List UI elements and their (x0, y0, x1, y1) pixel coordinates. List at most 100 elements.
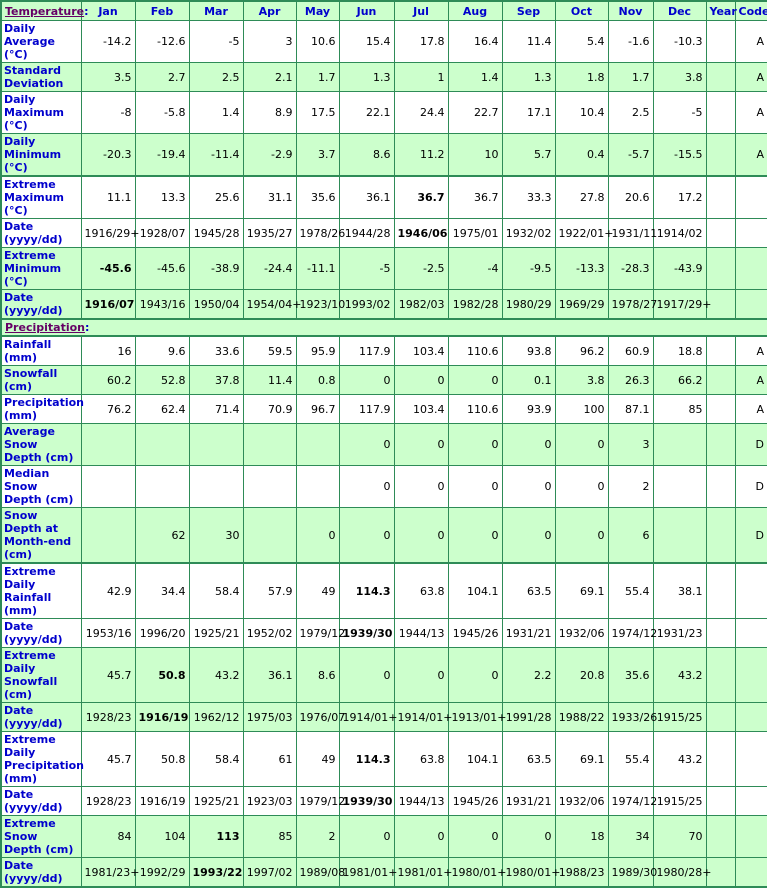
value-cell-jan: 3.5 (80, 62, 136, 92)
code-cell (734, 702, 767, 732)
value-cell-aug: 1980/01+ (447, 857, 506, 888)
value-cell-jul: 1982/03 (393, 289, 449, 320)
value-cell-sep: 0 (501, 465, 556, 508)
value-cell-apr: 1954/04+ (242, 289, 301, 320)
value-cell-may: 10.6 (295, 20, 340, 63)
value-cell-jan: -8 (80, 91, 136, 134)
value-cell-feb: -19.4 (134, 133, 190, 177)
value-cell-may: 17.5 (295, 91, 340, 134)
row-label: Rainfall (mm) (0, 335, 82, 366)
value-cell-jan: 1981/23+ (80, 857, 139, 888)
value-cell-sep: 63.5 (501, 562, 556, 619)
value-cell-nov: 34 (607, 815, 654, 858)
value-cell-jan: 84 (80, 815, 136, 858)
value-cell-jun: 1914/01+ (338, 702, 397, 732)
temperature-link[interactable]: Temperature (5, 5, 84, 18)
value-cell-mar: 43.2 (188, 647, 244, 703)
table-row: Date (yyyy/dd) 1916/29+ 1928/07 1945/28 1935… (0, 218, 767, 248)
value-cell-jun: 0 (338, 815, 395, 858)
row-label: Extreme Daily Precipitation (mm) (0, 731, 84, 787)
value-cell-jun: 1939/30 (338, 786, 395, 816)
row-label: Date (yyyy/dd) (0, 618, 82, 648)
value-cell-aug: 1945/26 (447, 786, 503, 816)
value-cell-aug: 104.1 (447, 562, 503, 619)
value-cell-oct: 3.8 (554, 365, 609, 395)
value-cell-mar: 1962/12 (188, 702, 244, 732)
value-cell-dec: 1917/29+ (652, 289, 711, 320)
code-cell (734, 175, 767, 219)
value-cell-jun: 1939/30 (338, 618, 395, 648)
value-cell-oct: 0 (554, 423, 609, 466)
climate-table: Temperature: Jan Feb Mar Apr May Jun Jul Aug Sep… (0, 0, 767, 888)
value-cell-oct: 10.4 (554, 91, 609, 134)
value-cell-dec: 1915/25 (652, 786, 707, 816)
value-cell-apr: 8.9 (242, 91, 297, 134)
value-cell-nov: 1989/30 (607, 857, 657, 888)
temperature-section-header: Temperature: (0, 0, 89, 21)
value-cell-aug: 22.7 (447, 91, 503, 134)
value-cell-mar: -11.4 (188, 133, 244, 177)
value-cell-nov: 87.1 (607, 394, 654, 424)
value-cell-oct: 1988/23 (554, 857, 609, 888)
value-cell-jun: 8.6 (338, 133, 395, 177)
value-cell-sep: 1991/28 (501, 702, 556, 732)
value-cell-jul: 1944/13 (393, 618, 449, 648)
table-row: Daily Minimum (°C) -20.3 -19.4 -11.4 -2.9 3.7… (0, 133, 767, 177)
value-cell-sep: 1980/01+ (501, 857, 560, 888)
value-cell-mar: 58.4 (188, 731, 244, 787)
value-cell-aug: 0 (447, 647, 503, 703)
value-cell-jul: 1981/01+ (393, 857, 452, 888)
value-cell-aug: 1945/26 (447, 618, 503, 648)
value-cell-apr: -2.9 (242, 133, 297, 177)
code-cell: D (734, 465, 767, 508)
value-cell-nov: 6 (607, 507, 654, 564)
value-cell-aug: 0 (447, 507, 503, 564)
value-cell-nov: 1.7 (607, 62, 654, 92)
table-row: Date (yyyy/dd) 1928/23 1916/19 1925/21 1923/… (0, 786, 767, 816)
value-cell-apr: 3 (242, 20, 297, 63)
year-cell (705, 175, 736, 219)
value-cell-dec: 1980/28+ (652, 857, 711, 888)
value-cell-feb: 1943/16 (134, 289, 190, 320)
value-cell-aug: 10 (447, 133, 503, 177)
value-cell-mar: 33.6 (188, 335, 244, 366)
precipitation-link[interactable]: Precipitation (5, 321, 85, 334)
value-cell-feb: 1928/07 (134, 218, 190, 248)
row-label: Snow Depth at Month-end (cm) (0, 507, 82, 564)
value-cell-nov: 1978/27 (607, 289, 657, 320)
value-cell-jul: 24.4 (393, 91, 449, 134)
value-cell-feb: -45.6 (134, 247, 190, 290)
value-cell-nov: 20.6 (607, 175, 654, 219)
month-header-mar: Mar (188, 0, 244, 21)
value-cell-nov: -5.7 (607, 133, 654, 177)
value-cell-jul: 1914/01+ (393, 702, 452, 732)
year-cell (705, 423, 736, 466)
row-label: Date (yyyy/dd) (0, 857, 82, 888)
code-cell (734, 815, 767, 858)
value-cell-apr: 1935/27 (242, 218, 297, 248)
year-cell (705, 786, 736, 816)
value-cell-may: 3.7 (295, 133, 340, 177)
colon: : (84, 4, 89, 18)
month-header-oct: Oct (554, 0, 609, 21)
value-cell-oct: 0.4 (554, 133, 609, 177)
table-row: Daily Maximum (°C) -8 -5.8 1.4 8.9 17.5 22.1 24… (0, 91, 767, 134)
value-cell-sep: 17.1 (501, 91, 556, 134)
value-cell-sep: 0 (501, 423, 556, 466)
value-cell-nov: -28.3 (607, 247, 654, 290)
value-cell-apr: 31.1 (242, 175, 297, 219)
table-row: Extreme Minimum (°C) -45.6 -45.6 -38.9 -24.4… (0, 247, 767, 290)
value-cell-dec: -10.3 (652, 20, 707, 63)
value-cell-jul: 1944/13 (393, 786, 449, 816)
month-header-may: May (295, 0, 340, 21)
row-label: Extreme Minimum (°C) (0, 247, 82, 290)
value-cell-dec: -5 (652, 91, 707, 134)
value-cell-feb: 50.8 (134, 647, 190, 703)
value-cell-jan (80, 465, 136, 508)
table-row: Standard Deviation 3.5 2.7 2.5 2.1 1.7 1.3 1 1.4… (0, 62, 767, 92)
value-cell-feb: 1996/20 (134, 618, 190, 648)
value-cell-jul: 0 (393, 465, 449, 508)
value-cell-sep: 1931/21 (501, 618, 556, 648)
value-cell-sep: 93.9 (501, 394, 556, 424)
month-header-jul: Jul (393, 0, 449, 21)
